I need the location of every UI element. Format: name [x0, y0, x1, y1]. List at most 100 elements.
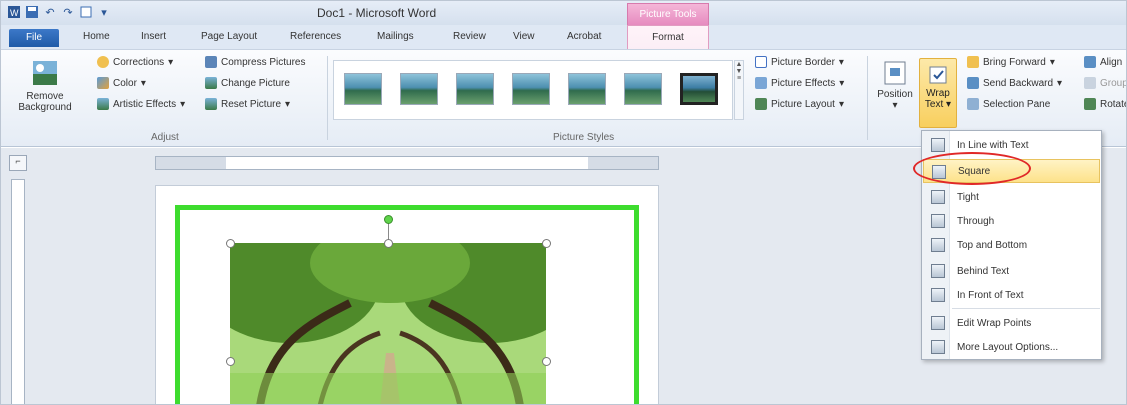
- oak-alley-image: [230, 243, 546, 404]
- change-picture-button[interactable]: Change Picture: [205, 77, 290, 89]
- resize-handle-nw[interactable]: [226, 239, 235, 248]
- rotate-button[interactable]: Rotate: [1084, 98, 1127, 110]
- menu-item-tight[interactable]: Tight: [923, 185, 1100, 209]
- tab-file[interactable]: File: [9, 29, 59, 47]
- menu-separator: [952, 308, 1100, 309]
- selected-picture[interactable]: [230, 243, 546, 404]
- tab-view[interactable]: View: [513, 31, 535, 42]
- picture-layout-icon: [755, 98, 767, 110]
- in-line-with-text-icon: [931, 138, 945, 152]
- menu-item-in-front-of-text[interactable]: In Front of Text: [923, 283, 1100, 307]
- selection-pane-button[interactable]: Selection Pane: [967, 98, 1050, 110]
- menu-item-top-and-bottom[interactable]: Top and Bottom: [923, 233, 1100, 257]
- corrections-button[interactable]: Corrections ▾: [97, 56, 173, 68]
- picture-style-4[interactable]: [512, 73, 550, 105]
- position-icon: [884, 61, 906, 85]
- save-icon[interactable]: [25, 5, 39, 19]
- compress-pictures-button[interactable]: Compress Pictures: [205, 56, 305, 68]
- picture-style-7[interactable]: [680, 73, 718, 105]
- more-layout-options-icon: [931, 340, 945, 354]
- menu-item-more-layout-options[interactable]: More Layout Options...: [923, 335, 1100, 359]
- selection-pane-icon: [967, 98, 979, 110]
- customize-qat-icon[interactable]: ▾: [97, 5, 111, 19]
- horizontal-ruler[interactable]: [155, 156, 659, 170]
- picture-style-2[interactable]: [400, 73, 438, 105]
- window-title: Doc1 - Microsoft Word: [317, 6, 437, 20]
- vertical-ruler[interactable]: [11, 179, 25, 404]
- group-divider: [867, 56, 868, 140]
- artistic-effects-button[interactable]: Artistic Effects ▾: [97, 98, 185, 110]
- menu-item-edit-wrap-points[interactable]: Edit Wrap Points: [923, 311, 1100, 335]
- resize-handle-n[interactable]: [384, 239, 393, 248]
- tab-mailings[interactable]: Mailings: [377, 31, 414, 42]
- annotation-circle: [913, 152, 1031, 185]
- title-bar: W ↶ ↷ ▾ Doc1 - Microsoft Word Picture To…: [1, 1, 1126, 25]
- redo-icon[interactable]: ↷: [61, 5, 75, 19]
- quick-access-toolbar: W ↶ ↷ ▾: [7, 5, 111, 19]
- send-backward-button[interactable]: Send Backward ▾: [967, 77, 1062, 89]
- picture-style-1[interactable]: [344, 73, 382, 105]
- in-front-of-text-icon: [931, 288, 945, 302]
- menu-item-label: Edit Wrap Points: [957, 317, 1032, 329]
- picture-border-button[interactable]: Picture Border ▾: [755, 56, 844, 68]
- reset-picture-button[interactable]: Reset Picture ▾: [205, 98, 290, 110]
- menu-item-label: Top and Bottom: [957, 239, 1028, 251]
- remove-background-icon: [33, 61, 57, 85]
- color-icon: [97, 77, 109, 89]
- tab-references[interactable]: References: [290, 31, 341, 42]
- compress-pictures-icon: [205, 56, 217, 68]
- wrap-text-label: Wrap Text: [924, 88, 950, 110]
- group-icon: [1084, 77, 1096, 89]
- tab-review[interactable]: Review: [453, 31, 486, 42]
- menu-item-label: More Layout Options...: [957, 341, 1059, 353]
- picture-tools-header: Picture Tools: [627, 3, 709, 25]
- bring-forward-icon: [967, 56, 979, 68]
- color-label: Color: [113, 77, 137, 89]
- corrections-icon: [97, 56, 109, 68]
- rotate-label: Rotate: [1100, 98, 1127, 110]
- group-button[interactable]: Group: [1084, 77, 1126, 89]
- picture-effects-button[interactable]: Picture Effects ▾: [755, 77, 844, 89]
- change-picture-label: Change Picture: [221, 77, 290, 89]
- tab-home[interactable]: Home: [83, 31, 110, 42]
- tab-page-layout[interactable]: Page Layout: [201, 31, 257, 42]
- menu-item-through[interactable]: Through: [923, 209, 1100, 233]
- remove-background-button[interactable]: Remove Background: [9, 58, 81, 113]
- edit-wrap-points-icon: [931, 316, 945, 330]
- picture-border-icon: [755, 56, 767, 68]
- tab-selector[interactable]: ⌐: [9, 155, 27, 171]
- resize-handle-ne[interactable]: [542, 239, 551, 248]
- position-button[interactable]: Position ▾: [873, 60, 917, 111]
- tab-insert[interactable]: Insert: [141, 31, 166, 42]
- gallery-scroll[interactable]: ▲ ▼ ≡: [734, 60, 744, 120]
- resize-handle-w[interactable]: [226, 357, 235, 366]
- picture-layout-button[interactable]: Picture Layout ▾: [755, 98, 844, 110]
- tab-format[interactable]: Format: [627, 25, 709, 50]
- menu-item-label: In Front of Text: [957, 289, 1024, 301]
- color-button[interactable]: Color ▾: [97, 77, 146, 89]
- align-label: Align: [1100, 56, 1123, 68]
- picture-styles-gallery: [333, 60, 733, 120]
- align-button[interactable]: Align: [1084, 56, 1122, 68]
- bring-forward-button[interactable]: Bring Forward ▾: [967, 56, 1055, 68]
- top-and-bottom-wrap-icon: [931, 238, 945, 252]
- picture-style-5[interactable]: [568, 73, 606, 105]
- menu-item-behind-text[interactable]: Behind Text: [923, 259, 1100, 283]
- wrap-text-button[interactable]: Wrap Text ▾: [919, 58, 957, 128]
- resize-handle-e[interactable]: [542, 357, 551, 366]
- tight-wrap-icon: [931, 190, 945, 204]
- send-backward-icon: [967, 77, 979, 89]
- menu-item-label: Behind Text: [957, 265, 1010, 277]
- picture-style-3[interactable]: [456, 73, 494, 105]
- print-preview-icon[interactable]: [79, 5, 93, 19]
- rotation-handle[interactable]: [384, 215, 393, 224]
- tab-acrobat[interactable]: Acrobat: [567, 31, 601, 42]
- picture-styles-group-label: Picture Styles: [553, 132, 615, 143]
- corrections-label: Corrections: [113, 56, 165, 68]
- artistic-effects-label: Artistic Effects: [113, 98, 177, 110]
- menu-item-label: In Line with Text: [957, 139, 1029, 151]
- picture-layout-label: Picture Layout: [771, 98, 835, 110]
- change-picture-icon: [205, 77, 217, 89]
- undo-icon[interactable]: ↶: [43, 5, 57, 19]
- picture-style-6[interactable]: [624, 73, 662, 105]
